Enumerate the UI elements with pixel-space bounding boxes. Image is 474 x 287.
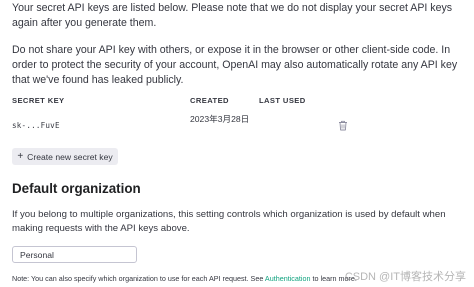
column-header-last-used: LAST USED (259, 96, 306, 105)
api-key-value: sk-...FuvE (12, 121, 60, 130)
trash-icon[interactable] (338, 120, 348, 131)
note-prefix: Note: You can also specify which organiz… (12, 274, 265, 283)
create-secret-key-button[interactable]: + Create new secret key (12, 148, 118, 165)
intro-text-1: Your secret API keys are listed below. P… (12, 2, 453, 29)
column-header-created: CREATED (190, 96, 229, 105)
create-secret-key-label: Create new secret key (27, 151, 113, 162)
api-key-created-date: 2023年3月28日 (190, 114, 250, 124)
default-organization-title: Default organization (12, 181, 141, 196)
organization-select-value: Personal (20, 249, 54, 260)
authentication-link[interactable]: Authentication (265, 274, 311, 283)
default-organization-description: If you belong to multiple organizations,… (12, 209, 446, 234)
organization-select[interactable]: Personal (12, 246, 137, 263)
note-text: Note: You can also specify which organiz… (12, 274, 357, 283)
intro-text-2: Do not share your API key with others, o… (12, 44, 458, 86)
watermark: CSDN @IT博客技术分享 (344, 271, 466, 283)
plus-icon: + (17, 150, 24, 162)
column-header-secret-key: SECRET KEY (12, 96, 65, 105)
